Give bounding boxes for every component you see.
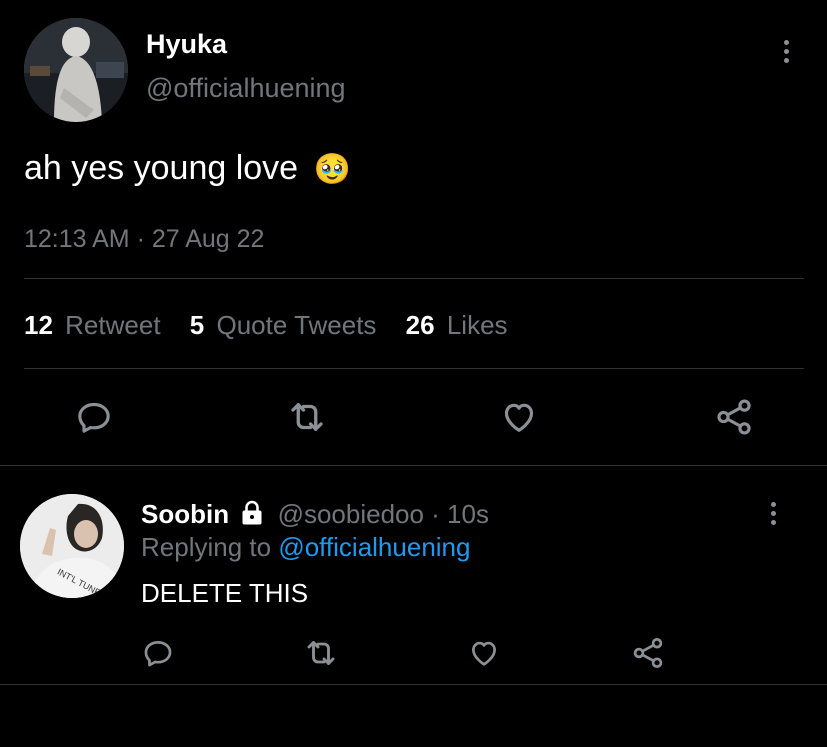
- quote-stat[interactable]: 5 Quote Tweets: [190, 310, 384, 340]
- main-tweet-display-name[interactable]: Hyuka: [146, 28, 227, 60]
- quote-label: Quote Tweets: [216, 310, 377, 340]
- reply-header: Soobin @soobiedoo · 10s: [141, 498, 489, 530]
- reply-avatar[interactable]: INT'L TUNE: [20, 494, 124, 598]
- retweet-icon[interactable]: [286, 396, 328, 438]
- retweet-count: 12: [24, 310, 53, 340]
- main-tweet-avatar[interactable]: [24, 18, 128, 122]
- reply-icon[interactable]: [74, 397, 114, 437]
- divider: [0, 684, 827, 685]
- like-icon[interactable]: [467, 636, 501, 670]
- divider: [0, 465, 827, 466]
- like-icon[interactable]: [499, 397, 539, 437]
- main-tweet-handle[interactable]: @officialhuening: [146, 72, 346, 104]
- retweet-stat[interactable]: 12 Retweet: [24, 310, 168, 340]
- replying-to-prefix: Replying to: [141, 532, 272, 562]
- reply-more-icon[interactable]: [770, 502, 776, 525]
- reply-handle-time[interactable]: @soobiedoo · 10s: [278, 499, 489, 529]
- main-tweet-more-icon[interactable]: [783, 40, 789, 63]
- retweet-label: Retweet: [65, 310, 161, 340]
- divider: [24, 278, 804, 279]
- tweet-stats: 12 Retweet 5 Quote Tweets 26 Likes: [24, 309, 508, 341]
- main-tweet-timestamp[interactable]: 12:13 AM · 27 Aug 22: [24, 224, 264, 254]
- like-label: Likes: [446, 310, 508, 340]
- share-icon[interactable]: [630, 635, 666, 671]
- replying-to-link[interactable]: @officialhuening: [278, 532, 470, 562]
- reply-icon[interactable]: [141, 636, 175, 670]
- retweet-icon[interactable]: [303, 635, 339, 671]
- main-tweet-text: ah yes young love: [24, 149, 299, 187]
- lock-icon: [242, 500, 262, 525]
- quote-count: 5: [189, 310, 205, 340]
- reply-display-name[interactable]: Soobin: [141, 499, 229, 529]
- main-tweet-text-row: ah yes young love 🥹: [24, 148, 351, 190]
- like-stat[interactable]: 26 Likes: [406, 310, 508, 340]
- divider: [24, 368, 804, 369]
- reply-text: DELETE THIS: [141, 578, 309, 608]
- like-count: 26: [405, 310, 435, 340]
- share-icon[interactable]: [713, 396, 755, 438]
- replying-to-line: Replying to @officialhuening: [141, 531, 470, 563]
- pleading-face-emoji: 🥹: [313, 153, 351, 186]
